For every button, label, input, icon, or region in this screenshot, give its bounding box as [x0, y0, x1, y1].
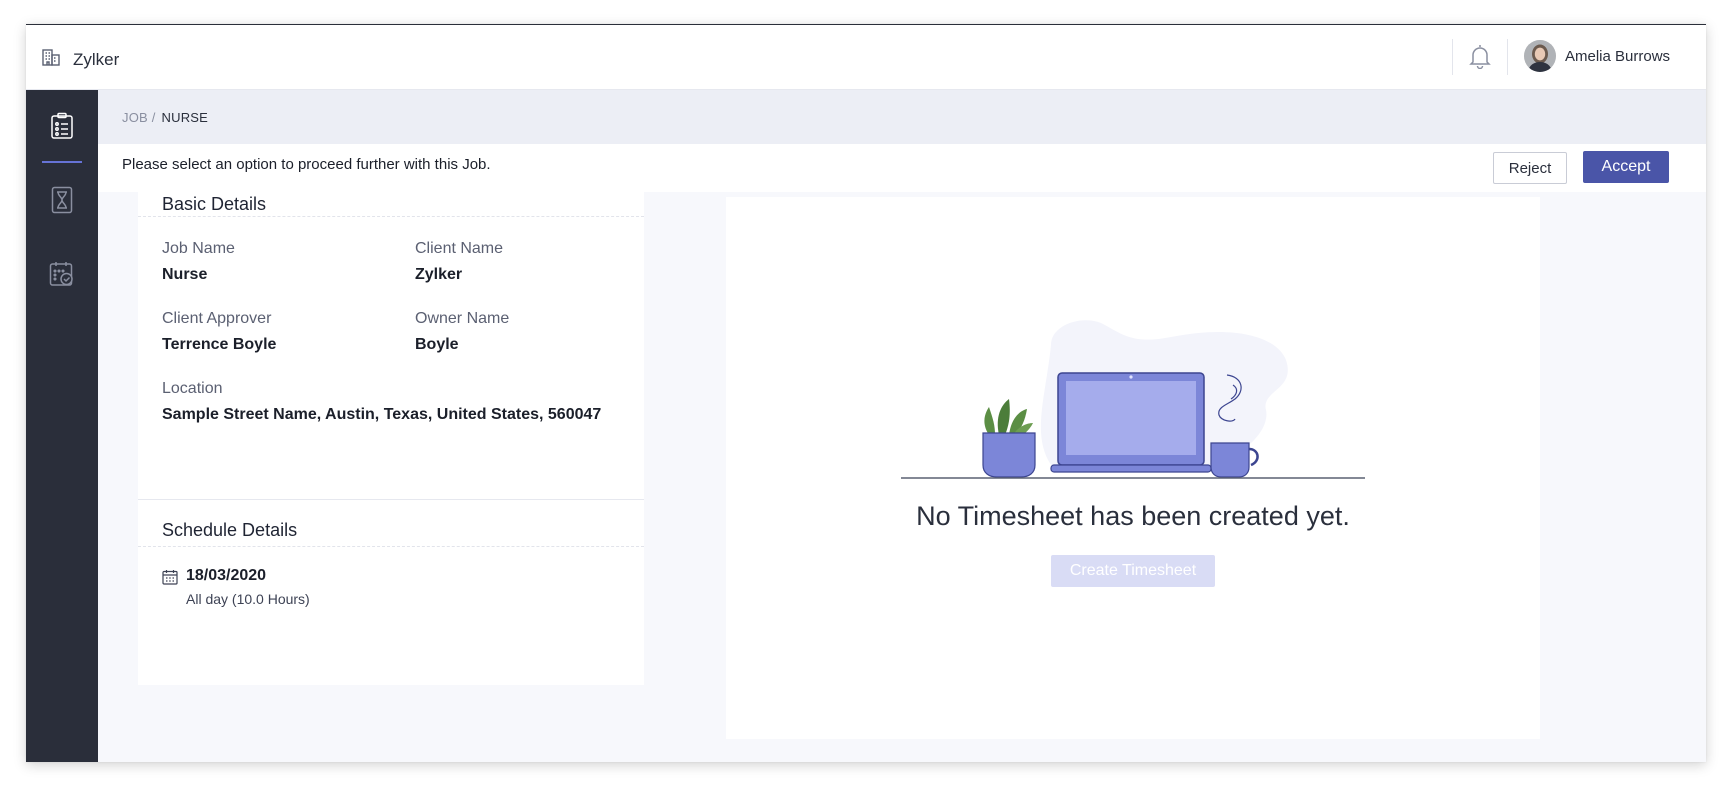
- sidebar: [26, 90, 98, 762]
- action-bar: Please select an option to proceed furth…: [98, 144, 1706, 192]
- location-value: Sample Street Name, Austin, Texas, Unite…: [162, 406, 602, 423]
- client-name-label: Client Name: [415, 240, 504, 257]
- breadcrumb-parent[interactable]: JOB /: [122, 110, 156, 125]
- top-divider: [1452, 39, 1453, 75]
- owner-name-label: Owner Name: [415, 310, 510, 327]
- schedule-date: 18/03/2020: [186, 567, 267, 584]
- sidebar-item-timesheets[interactable]: [26, 164, 98, 236]
- divider: [138, 546, 644, 547]
- bell-icon[interactable]: [1469, 43, 1491, 74]
- client-approver-label: Client Approver: [162, 310, 272, 327]
- reject-button[interactable]: Reject: [1493, 152, 1567, 184]
- sidebar-item-jobs[interactable]: [26, 90, 98, 162]
- schedule-details-title: Schedule Details: [162, 520, 298, 540]
- clipboard-list-icon: [51, 112, 73, 139]
- basic-details-card: Basic Details Job Name Nurse Client Name…: [138, 192, 644, 499]
- empty-state-message: No Timesheet has been created yet.: [916, 501, 1350, 531]
- create-timesheet-button[interactable]: Create Timesheet: [1051, 555, 1215, 587]
- job-name-value: Nurse: [162, 266, 208, 283]
- basic-details-title: Basic Details: [162, 194, 267, 214]
- calendar-check-icon: [49, 262, 73, 286]
- sidebar-item-schedule[interactable]: [26, 238, 98, 310]
- breadcrumb-current: NURSE: [161, 110, 209, 125]
- accept-button[interactable]: Accept: [1583, 151, 1669, 183]
- divider: [138, 216, 644, 217]
- user-menu[interactable]: Amelia Burrows: [1524, 40, 1670, 72]
- schedule-duration: All day (10.0 Hours): [186, 591, 310, 607]
- breadcrumb: JOB / NURSE: [98, 90, 1706, 144]
- client-approver-value: Terrence Boyle: [162, 336, 277, 353]
- brand-name: Zylker: [73, 49, 120, 69]
- user-name: Amelia Burrows: [1565, 47, 1671, 65]
- job-name-label: Job Name: [162, 240, 235, 257]
- calendar-icon: [162, 569, 178, 590]
- avatar: [1524, 40, 1556, 72]
- top-divider: [1507, 39, 1508, 75]
- active-indicator: [42, 161, 82, 163]
- schedule-details-card: Schedule Details 18/03/2020 All day (10.…: [138, 499, 644, 685]
- top-bar: Zylker Amelia Burrows: [26, 25, 1706, 90]
- brand[interactable]: Zylker: [41, 47, 119, 72]
- location-label: Location: [162, 380, 223, 397]
- owner-name-value: Boyle: [415, 336, 459, 353]
- app-window: Zylker Amelia Burrows JOB / NURSE Please…: [26, 24, 1706, 762]
- hourglass-icon: [51, 186, 73, 214]
- building-icon: [41, 47, 61, 72]
- client-name-value: Zylker: [415, 266, 463, 283]
- timesheet-panel: No Timesheet has been created yet. Creat…: [726, 197, 1540, 739]
- empty-state-illustration: [901, 315, 1365, 490]
- action-message: Please select an option to proceed furth…: [122, 156, 491, 173]
